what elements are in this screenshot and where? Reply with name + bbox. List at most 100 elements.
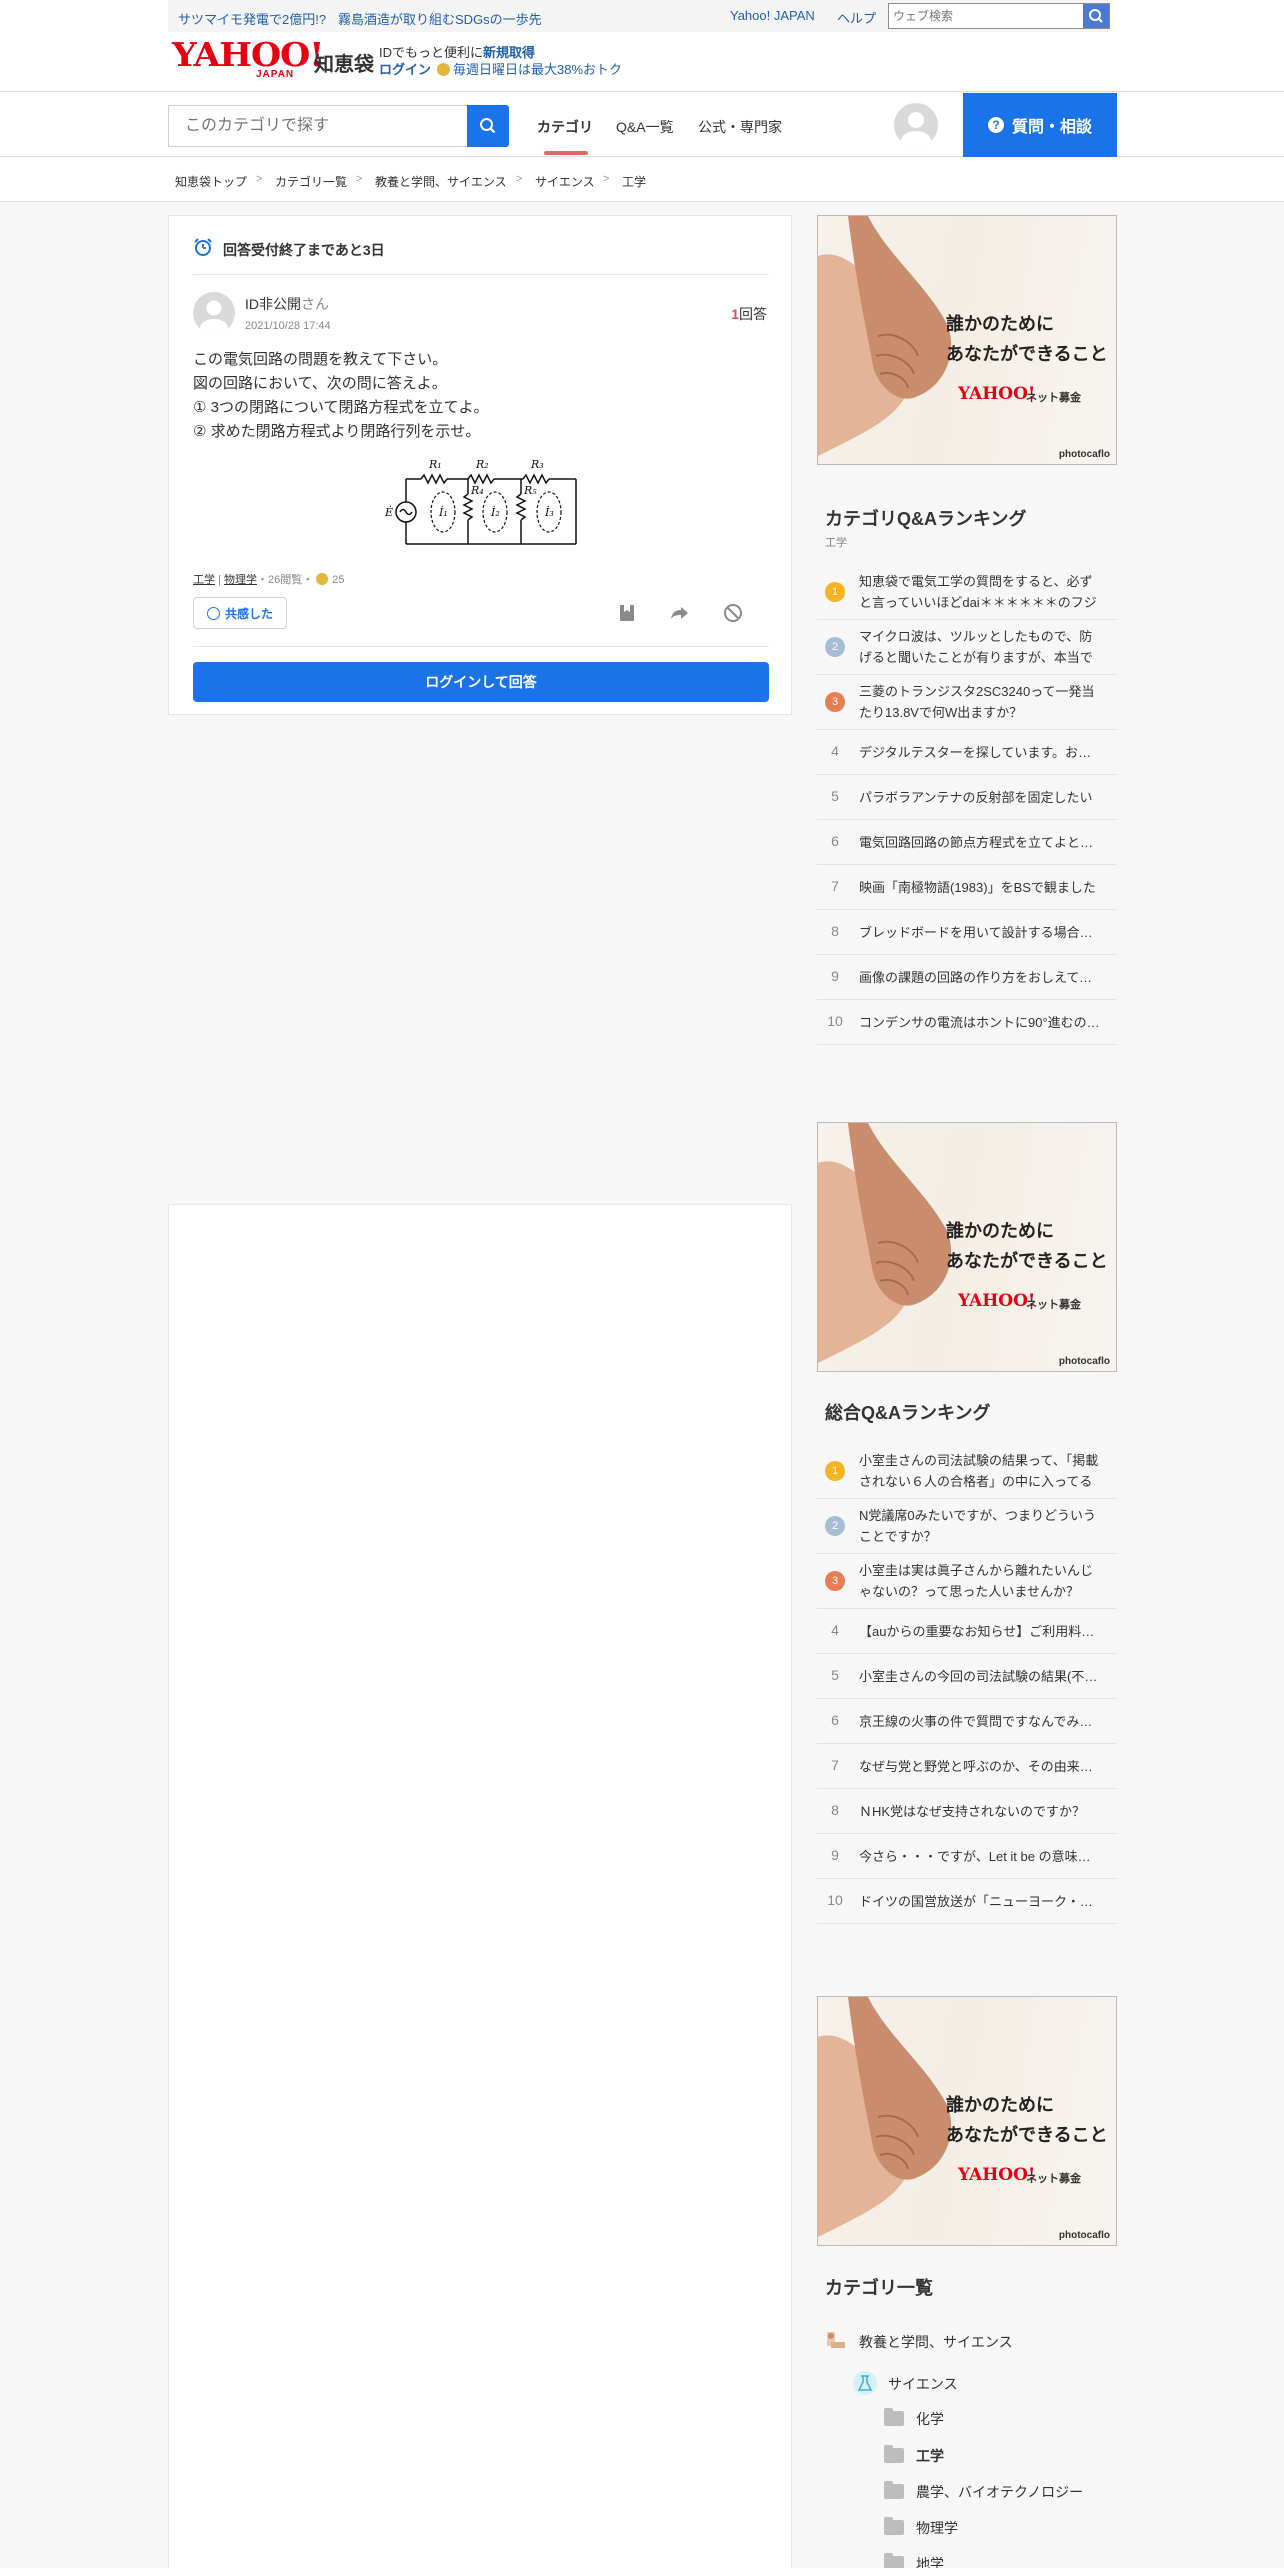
help-link[interactable]: ヘルプ bbox=[837, 8, 876, 27]
circuit-diagram-image[interactable]: R₁ R₂ R₃ R₄ R₅ Ė İ₁ İ₂ İ₃ bbox=[381, 454, 583, 554]
ranking-item[interactable]: 8 ＮHK党はなぜ支持されないのですか？ bbox=[817, 1789, 1117, 1834]
charity-ad[interactable]: 誰かのために あなたができること YAHOO! ネット募金 photocaflo bbox=[817, 215, 1117, 465]
answer-count-label: 回答 bbox=[739, 306, 767, 322]
category-child-item[interactable]: サイエンス bbox=[852, 2370, 958, 2396]
avatar-icon bbox=[901, 112, 931, 147]
logo-yahoo-text: YAHOO! bbox=[172, 35, 324, 74]
breadcrumb-separator: > bbox=[516, 173, 523, 185]
promo-link-2[interactable]: 霧島酒造が取り組むSDGsの一歩先 bbox=[338, 9, 542, 28]
logo-header: YAHOO! JAPAN 知恵袋 IDでもっと便利に新規取得 ログイン 毎週日曜日… bbox=[0, 32, 1284, 92]
ranking-item[interactable]: 5 パラボラアンテナの反射部を固定したい bbox=[817, 775, 1117, 820]
user-avatar-button[interactable] bbox=[894, 103, 938, 147]
ad-yahoo-logo: YAHOO! bbox=[958, 2165, 1036, 2185]
ranking-item[interactable]: 7 映画「南極物語(1983)」をBSで観ました bbox=[817, 865, 1117, 910]
category-leaf-item[interactable]: 地学 bbox=[884, 2553, 944, 2568]
tag-separator: | bbox=[218, 574, 221, 586]
questioner-suffix: さん bbox=[301, 296, 329, 312]
ad-headline: 誰かのために あなたができること bbox=[946, 310, 1108, 370]
ranking-text: 映画「南極物語(1983)」をBSで観ました bbox=[859, 880, 1096, 895]
category-tag[interactable]: 工学 bbox=[193, 574, 215, 586]
category-search-input[interactable] bbox=[169, 106, 467, 146]
rank-badge-3: 3 bbox=[825, 1571, 845, 1591]
category-ranking-list: 1 知恵袋で電気工学の質問をすると、必ずと言っていいほどdai＊＊＊＊＊＊のフジャ… bbox=[817, 565, 1117, 1045]
question-meta: 工学 | 物理学・26閲覧・ 25 bbox=[193, 571, 345, 587]
ranking-text: 電気回路回路の節点方程式を立てよという問題 bbox=[859, 835, 1103, 850]
ranking-item[interactable]: 10 コンデンサの電流はホントに90°進むのですか bbox=[817, 1000, 1117, 1045]
ranking-item[interactable]: 3 三菱のトランジスタ2SC3240って一発当たり13.8Vで何W出ますか？ bbox=[817, 675, 1117, 730]
search-icon bbox=[1089, 9, 1103, 23]
ranking-item[interactable]: 7 なぜ与党と野党と呼ぶのか、その由来は？ bbox=[817, 1744, 1117, 1789]
category-root-item[interactable]: 教養と学問、サイエンス bbox=[825, 2330, 1013, 2352]
category-leaf-item[interactable]: 物理学 bbox=[884, 2517, 958, 2538]
rank-number: 7 bbox=[831, 878, 839, 894]
svg-text:R₄: R₄ bbox=[470, 484, 484, 497]
category-search-button[interactable] bbox=[467, 105, 509, 147]
category-label: サイエンス bbox=[888, 2376, 958, 2392]
ad-credit: photocaflo bbox=[1058, 1356, 1110, 1367]
answer-count[interactable]: 1回答 bbox=[731, 304, 767, 324]
tab-official-experts[interactable]: 公式・専門家 bbox=[698, 117, 782, 137]
ranking-text: 画像の課題の回路の作り方をおしえてください bbox=[859, 970, 1103, 985]
ranking-item[interactable]: 4 デジタルテスターを探しています。おすすめを教えて下さい bbox=[817, 730, 1117, 775]
svg-text:R₃: R₃ bbox=[530, 458, 544, 471]
charity-ad[interactable]: 誰かのために あなたができること YAHOO! ネット募金 photocaflo bbox=[817, 1122, 1117, 1372]
category-leaf-item-active[interactable]: 工学 bbox=[884, 2445, 944, 2466]
weekly-promo-link[interactable]: 毎週日曜日は最大38%おトク bbox=[453, 62, 622, 77]
empathy-button[interactable]: 共感した bbox=[193, 597, 287, 629]
question-line: ② 求めた閉路方程式より閉路行列を示せ。 bbox=[193, 423, 481, 440]
signup-link[interactable]: 新規取得 bbox=[483, 45, 535, 60]
ranking-item[interactable]: 10 ドイツの国営放送が「ニューヨーク・タイムズ」に... bbox=[817, 1879, 1117, 1924]
bookmark-icon[interactable] bbox=[616, 602, 638, 624]
login-to-answer-button[interactable]: ログインして回答 bbox=[193, 662, 769, 702]
breadcrumb-item[interactable]: 知恵袋トップ bbox=[175, 173, 247, 190]
charity-ad[interactable]: 誰かのために あなたができること YAHOO! ネット募金 photocaflo bbox=[817, 1996, 1117, 2246]
overall-ranking-title: 総合Q&Aランキング bbox=[825, 1403, 991, 1423]
holding-hands-image bbox=[818, 1123, 952, 1363]
ranking-text: ＮHK党はなぜ支持されないのですか？ bbox=[859, 1804, 1086, 1819]
ranking-item[interactable]: 3 小室圭は実は眞子さんから離れたいんじゃないの？って思った人いませんか？ bbox=[817, 1554, 1117, 1609]
ask-question-button[interactable]: ? 質問・相談 bbox=[963, 93, 1117, 157]
folder-icon bbox=[884, 2553, 904, 2568]
ranking-item[interactable]: 4 【auからの重要なお知らせ】ご利用料金のお支払い bbox=[817, 1609, 1117, 1654]
login-line: ログイン 毎週日曜日は最大38%おトク bbox=[379, 59, 622, 78]
category-tag[interactable]: 物理学 bbox=[224, 574, 257, 586]
ranking-item[interactable]: 2 マイクロ波は、ツルッとしたもので、防げると聞いたことが有りますが、本当ですか？ bbox=[817, 620, 1117, 675]
web-search-input[interactable] bbox=[889, 4, 1083, 28]
divider bbox=[193, 646, 769, 647]
ranking-item[interactable]: 6 電気回路回路の節点方程式を立てよという問題 bbox=[817, 820, 1117, 865]
ranking-item[interactable]: 5 小室圭さんの今回の司法試験の結果(不合格)について bbox=[817, 1654, 1117, 1699]
login-link[interactable]: ログイン bbox=[379, 62, 431, 77]
ranking-item[interactable]: 6 京王線の火事の件で質問ですなんでみんな bbox=[817, 1699, 1117, 1744]
share-icon[interactable] bbox=[669, 602, 691, 624]
coin-icon bbox=[437, 63, 451, 76]
category-ranking-subtitle: 工学 bbox=[825, 537, 847, 549]
holding-hands-image bbox=[818, 1997, 952, 2237]
ranking-item[interactable]: 8 ブレッドボードを用いて設計する場合について bbox=[817, 910, 1117, 955]
breadcrumb-item[interactable]: サイエンス bbox=[535, 173, 595, 190]
yahoo-japan-link[interactable]: Yahoo! JAPAN bbox=[730, 8, 815, 23]
category-leaf-item[interactable]: 化学 bbox=[884, 2408, 944, 2429]
rank-number: 10 bbox=[827, 1013, 843, 1029]
category-leaf-item[interactable]: 農学、バイオテクノロジー bbox=[884, 2481, 1083, 2502]
ranking-text: ブレッドボードを用いて設計する場合について bbox=[859, 925, 1103, 940]
ranking-text: ドイツの国営放送が「ニューヨーク・タイムズ」に... bbox=[859, 1894, 1103, 1909]
ranking-item[interactable]: 1 小室圭さんの司法試験の結果って、「掲載されない６人の合格者」の中に入ってる可能… bbox=[817, 1444, 1117, 1499]
question-card: 回答受付終了まであと3日 ID非公開さん 2021/10/28 17:44 1回… bbox=[168, 215, 792, 715]
rank-badge-3: 3 bbox=[825, 692, 845, 712]
tab-category[interactable]: カテゴリ bbox=[537, 117, 593, 137]
ranking-item[interactable]: 9 今さら・・・ですが、Let it be の意味を教えて bbox=[817, 1834, 1117, 1879]
category-ranking-title: カテゴリQ&Aランキング bbox=[825, 509, 1027, 529]
promo-link-1[interactable]: サツマイモ発電で2億円!? bbox=[178, 9, 326, 28]
web-search-button[interactable] bbox=[1083, 4, 1109, 28]
ranking-item[interactable]: 1 知恵袋で電気工学の質問をすると、必ずと言っていいほどdai＊＊＊＊＊＊のフジャ… bbox=[817, 565, 1117, 620]
ranking-item[interactable]: 2 N党議席0みたいですが、つまりどういうことですか？ bbox=[817, 1499, 1117, 1554]
breadcrumb-item[interactable]: カテゴリ一覧 bbox=[275, 173, 347, 190]
tab-qa-list[interactable]: Q&A一覧 bbox=[616, 117, 674, 137]
category-label: 教養と学問、サイエンス bbox=[859, 2334, 1013, 2350]
ranking-item[interactable]: 9 画像の課題の回路の作り方をおしえてください bbox=[817, 955, 1117, 1000]
block-icon[interactable] bbox=[722, 602, 744, 624]
ranking-text: 小室圭さんの今回の司法試験の結果(不合格)について bbox=[859, 1669, 1103, 1684]
chiebukuro-logo[interactable]: YAHOO! JAPAN 知恵袋 bbox=[172, 38, 374, 80]
search-icon bbox=[480, 118, 496, 134]
breadcrumb-item[interactable]: 教養と学問、サイエンス bbox=[375, 173, 507, 190]
